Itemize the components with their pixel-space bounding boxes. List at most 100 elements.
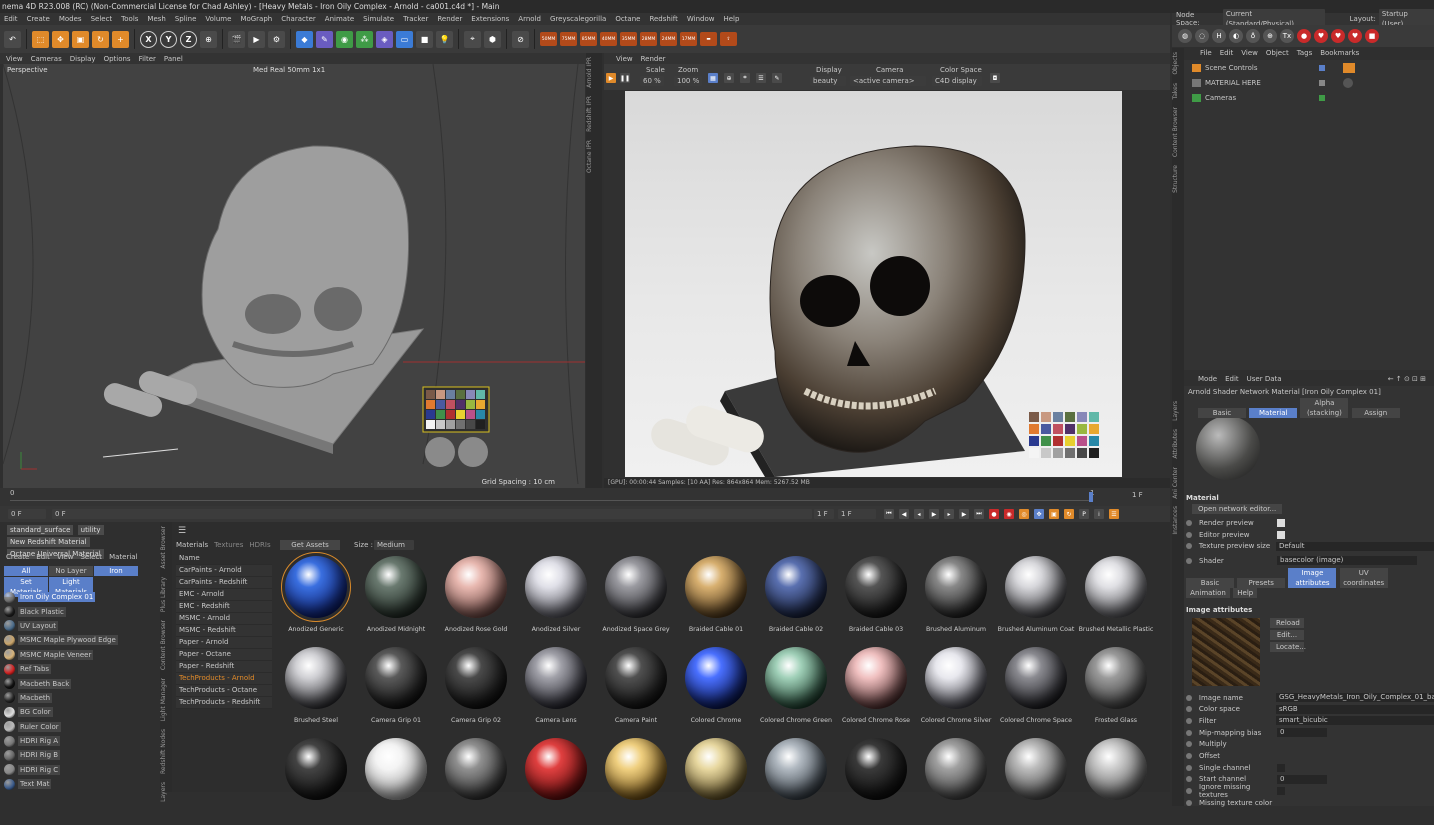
property-checkbox[interactable] [1277,518,1285,527]
tab-content-browser-r[interactable]: Content Browser [1172,103,1179,161]
attr-menu-user-data[interactable]: User Data [1247,375,1282,383]
animation-dot-icon[interactable] [1186,753,1192,760]
get-assets-button[interactable]: Get Assets [280,540,340,550]
menu-animate[interactable]: Animate [325,13,354,25]
hdri-icon[interactable]: H [1212,29,1226,43]
asset-tile[interactable] [756,734,836,825]
menu-tools[interactable]: Tools [121,13,138,25]
menu-simulate[interactable]: Simulate [363,13,394,25]
tab-content-browser[interactable]: Content Browser [160,616,167,674]
tree-folder-item[interactable]: CarPaints - Redshift [176,577,272,589]
grid-icon[interactable]: ⌗ [740,73,750,83]
tab-materials[interactable]: Materials [176,541,208,549]
scale-tool-icon[interactable]: ▣ [72,30,89,48]
mm-menu-select[interactable]: Select [80,553,102,561]
asset-tile[interactable] [356,734,436,825]
max-frame-field[interactable]: 1 F [838,509,876,519]
asset-tile[interactable]: Brushed Steel [276,643,356,734]
play-icon[interactable]: ▶ [606,73,616,83]
light-bulb-icon[interactable]: ♁ [1246,29,1260,43]
material-item[interactable]: HDRI Rig C [4,763,158,777]
tree-folder-item[interactable]: MSMC - Redshift [176,625,272,637]
tree-folder-item[interactable]: MSMC - Arnold [176,613,272,625]
scale-field[interactable]: 60 % [640,76,664,86]
x-axis-toggle[interactable]: X [140,30,157,48]
pen-icon[interactable]: ✎ [316,30,333,48]
timeline-menu-icon[interactable]: ☰ [1109,509,1119,519]
tree-folder-item[interactable]: Paper - Redshift [176,661,272,673]
material-item[interactable]: Iron Oily Complex 01 [4,590,158,604]
next-key-icon[interactable]: ▶ [959,509,969,519]
animation-dot-icon[interactable] [1186,741,1192,748]
material-item[interactable]: MSMC Maple Plywood Edge [4,633,158,647]
redshift-camera-icon[interactable]: ♥ [1331,29,1345,43]
menu-select[interactable]: Select [91,13,113,25]
sphere-icon[interactable]: ◍ [1178,29,1192,43]
render-image[interactable] [625,91,1122,477]
asset-tile[interactable]: Braided Cable 02 [756,552,836,643]
animation-dot-icon[interactable] [1186,764,1192,771]
key-pla-icon[interactable]: ⁞ [1094,509,1104,519]
preset-50mm-button[interactable]: 50MM [540,32,557,46]
menu-mesh[interactable]: Mesh [147,13,165,25]
compare-icon[interactable]: ☰ [756,73,766,83]
material-item[interactable]: Text Mat [4,777,158,791]
asset-tile[interactable] [916,734,996,825]
next-frame-icon[interactable]: ▸ [944,509,954,519]
attr-menu-edit[interactable]: Edit [1225,375,1239,383]
render-settings-icon[interactable]: ⚙ [268,30,285,48]
tab-takes[interactable]: Takes [1172,79,1179,103]
attr-tab-alpha[interactable]: Alpha (stacking) [1300,398,1349,418]
animation-dot-icon[interactable] [1186,694,1192,701]
menu-extensions[interactable]: Extensions [471,13,509,25]
shader-tab-basic[interactable]: Basic [1186,577,1234,588]
redshift-render-icon[interactable]: ■ [1365,29,1379,43]
object-row[interactable]: MATERIAL HERE [1184,75,1434,90]
play-forward-icon[interactable]: ▶ [929,509,939,519]
coordinate-system-icon[interactable]: ⊕ [200,30,217,48]
viewport-menu-display[interactable]: Display [70,55,96,63]
filter-iron[interactable]: Iron [94,566,138,576]
region-icon[interactable]: ▦ [708,73,718,83]
lock-icon[interactable]: ⊘ [512,30,529,48]
menu-window[interactable]: Window [687,13,715,25]
animation-dot-icon[interactable] [1186,729,1192,736]
property-value[interactable]: 0 [1277,774,1327,784]
pick-icon[interactable]: ✎ [772,73,782,83]
viewport-menu-filter[interactable]: Filter [139,55,156,63]
objects-menu-file[interactable]: File [1200,49,1212,57]
asset-tile[interactable]: Brushed Aluminum [916,552,996,643]
material-item[interactable]: Ref Tabs [4,662,158,676]
animation-dot-icon[interactable] [1186,788,1192,795]
asset-tile[interactable] [436,734,516,825]
menu-render[interactable]: Render [437,13,462,25]
tab-light-manager[interactable]: Light Manager [160,674,167,725]
preset-24mm-button[interactable]: 24MM [660,32,677,46]
material-item[interactable]: MSMC Maple Veneer [4,648,158,662]
tab-layers[interactable]: Layers [160,778,167,806]
tab-arnold-ipr[interactable]: Arnold IPR [586,53,593,92]
preset-17mm-button[interactable]: 17MM [680,32,697,46]
perspective-viewport[interactable]: Perspective Med Real 50mm 1x1 Grid Spaci… [3,64,585,488]
render-view-icon[interactable]: 🎬 [228,30,245,48]
property-value[interactable]: Default [1275,541,1434,551]
preset-40mm-button[interactable]: 40MM [600,32,617,46]
animation-dot-icon[interactable] [1186,776,1192,783]
shader-tab-uv-coordinates[interactable]: UV coordinates [1339,567,1388,588]
tab-asset-browser[interactable]: Asset Browser [160,522,167,573]
tab-structure[interactable]: Structure [1172,161,1179,197]
animation-dot-icon[interactable] [1186,557,1192,564]
objects-menu-bookmarks[interactable]: Bookmarks [1320,49,1359,57]
material-icon[interactable]: ◐ [1229,29,1243,43]
menu-spline[interactable]: Spline [175,13,197,25]
property-value[interactable]: 0 [1277,728,1327,738]
menu-character[interactable]: Character [281,13,316,25]
tab-plus-library[interactable]: Plus Library [160,573,167,616]
go-start-icon[interactable]: ⏮ [884,509,894,519]
animation-dot-icon[interactable] [1186,706,1192,713]
tab-redshift-ipr[interactable]: Redshift IPR [586,92,593,136]
display-dropdown[interactable]: beauty [810,76,846,86]
preset-28mm-button[interactable]: 28MM [640,32,657,46]
objects-menu-object[interactable]: Object [1266,49,1289,57]
y-axis-toggle[interactable]: Y [160,30,177,48]
